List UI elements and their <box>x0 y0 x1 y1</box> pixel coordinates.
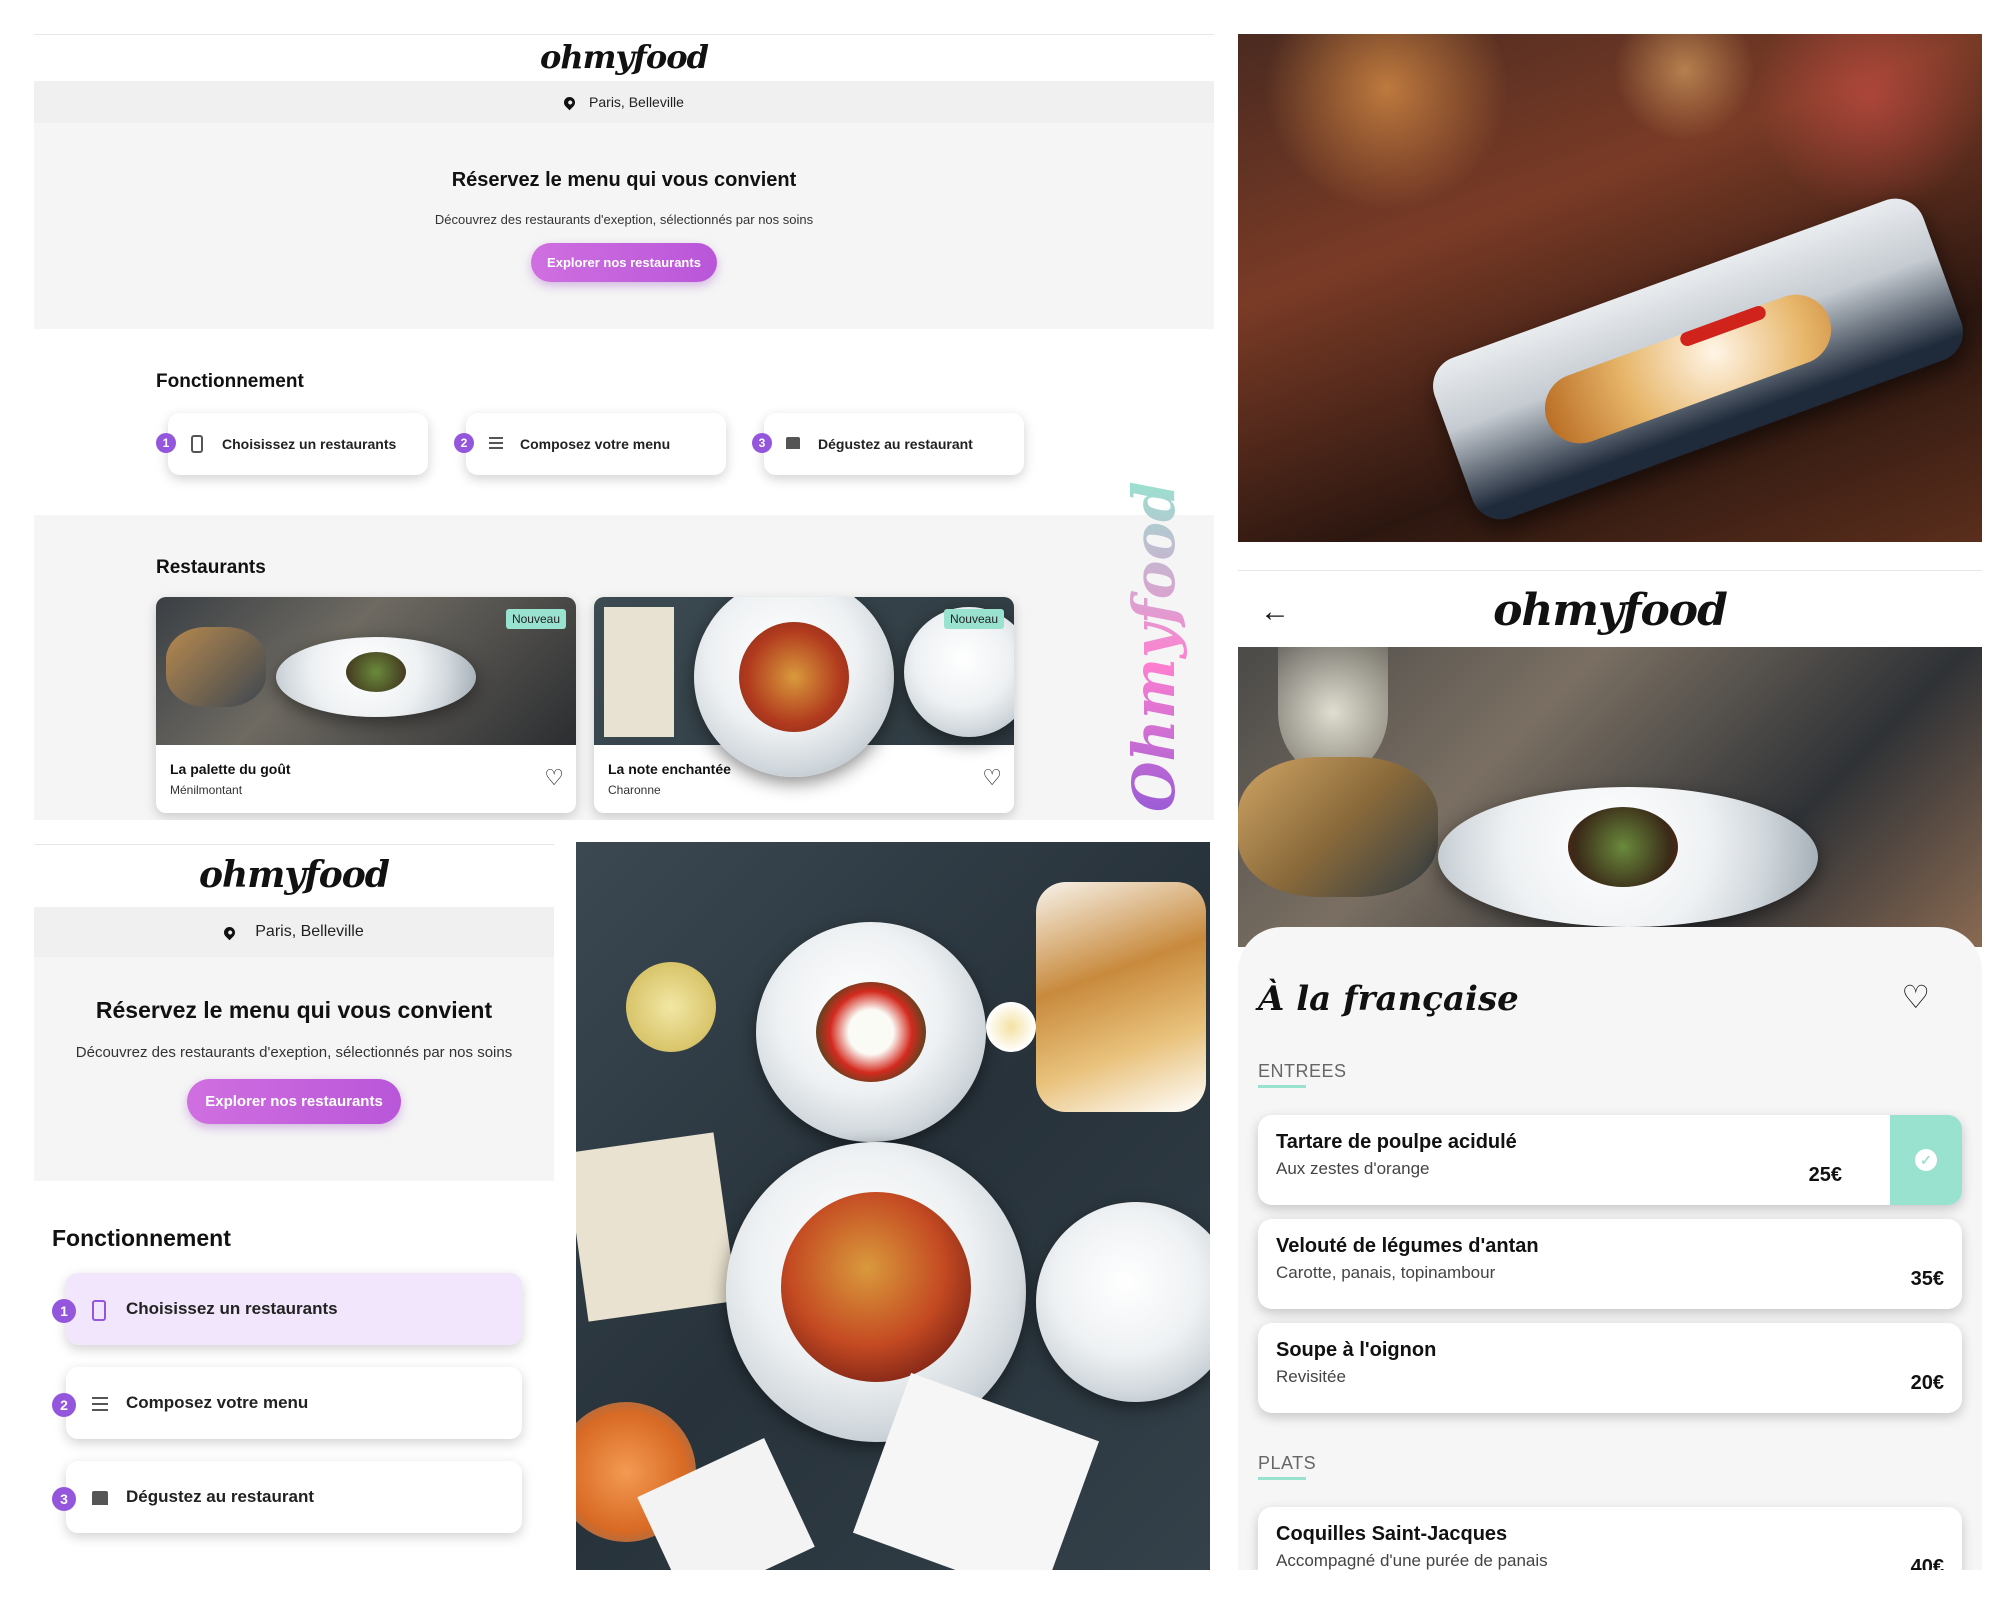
restaurant-area-2: Charonne <box>608 783 661 797</box>
menu-item-desc: Aux zestes d'orange <box>1276 1159 1430 1178</box>
hero-title: Réservez le menu qui vous convient <box>95 997 493 1023</box>
how-title: Fonctionnement <box>52 1225 231 1251</box>
menu-item-desc: Revisitée <box>1276 1367 1346 1386</box>
location-text: Paris, Belleville <box>589 94 684 110</box>
check-icon: ✓ <box>1915 1149 1937 1171</box>
mobile-phone-icon <box>191 435 203 453</box>
table-photo <box>576 842 1210 1570</box>
restaurant-card-2[interactable]: Nouveau La note enchantée Charonne ♡ <box>594 597 1014 813</box>
location-pin-icon <box>561 94 578 110</box>
step-card-3[interactable]: Dégustez au restaurant <box>764 413 1024 475</box>
bread-basket-image <box>166 627 266 707</box>
step-card-3[interactable]: Dégustez au restaurant <box>66 1461 522 1533</box>
location-pin-icon <box>221 924 238 940</box>
menu-card-image <box>604 607 674 737</box>
bread-basket-image <box>1036 882 1206 1112</box>
menu-item[interactable]: Soupe à l'oignon Revisitée 20€ <box>1258 1323 1962 1413</box>
new-badge: Nouveau <box>943 609 1004 629</box>
menu-item-name: Soupe à l'oignon <box>1276 1339 1437 1361</box>
menu-item-price: 35€ <box>1910 1268 1944 1290</box>
explore-button[interactable]: Explorer nos restaurants <box>187 1079 401 1124</box>
mobile-phone-icon <box>92 1300 106 1321</box>
hero-section: Réservez le menu qui vous convient Décou… <box>34 123 1214 329</box>
section-label-entrees: ENTREES <box>1258 1061 1347 1081</box>
step-card-2[interactable]: Composez votre menu <box>66 1367 522 1439</box>
step-label-2: Composez votre menu <box>520 436 671 452</box>
menu-paper-image <box>576 1132 738 1322</box>
restaurant-name-1: La palette du goût <box>170 761 291 777</box>
bokeh-lights <box>1238 34 1982 214</box>
location-bar: Paris, Belleville <box>34 907 554 957</box>
section-label-plats: PLATS <box>1258 1453 1317 1473</box>
main-dish-image <box>781 1192 971 1382</box>
header-logo[interactable]: ohmyfood <box>34 851 554 899</box>
desktop-home-mockup: ohmyfood Paris, Belleville Réservez le m… <box>34 34 1214 820</box>
list-icon <box>92 1397 108 1411</box>
step-number-2: 2 <box>454 433 474 453</box>
step-label-2: Composez votre menu <box>126 1393 309 1412</box>
mobile-menu-mockup: ← ohmyfood À la française ♡ ENTREES Tart… <box>1238 570 1982 1570</box>
step-label-3: Dégustez au restaurant <box>818 436 973 452</box>
step-card-1[interactable]: Choisissez un restaurants <box>168 413 428 475</box>
step-number-1: 1 <box>156 433 176 453</box>
menu-item-desc: Carotte, panais, topinambour <box>1276 1263 1496 1282</box>
menu-item-price: 20€ <box>1910 1372 1944 1394</box>
menu-item-price: 40€ <box>1910 1556 1944 1570</box>
step-number-1: 1 <box>52 1299 76 1323</box>
step-label-1: Choisissez un restaurants <box>126 1299 338 1318</box>
caprese-image <box>816 982 926 1082</box>
menu-item-desc: Accompagné d'une purée de panais <box>1276 1551 1548 1570</box>
heart-icon[interactable]: ♡ <box>1901 981 1930 1013</box>
heart-icon[interactable]: ♡ <box>544 767 564 789</box>
new-badge: Nouveau <box>505 609 566 629</box>
hero-title: Réservez le menu qui vous convient <box>451 169 797 191</box>
section-underline <box>1258 1477 1306 1480</box>
wine-glass-image <box>626 962 716 1052</box>
menu-item-name: Coquilles Saint-Jacques <box>1276 1523 1508 1545</box>
location-bar: Paris, Belleville <box>34 81 1214 123</box>
step-card-1[interactable]: Choisissez un restaurants <box>66 1273 522 1345</box>
step-label-3: Dégustez au restaurant <box>126 1487 314 1506</box>
butter-dish-image <box>986 1002 1036 1052</box>
menu-item[interactable]: Velouté de légumes d'antan Carotte, pana… <box>1258 1219 1962 1309</box>
section-underline <box>1258 1085 1306 1088</box>
bread-basket-image <box>1238 757 1438 897</box>
menu-item-name: Velouté de légumes d'antan <box>1276 1235 1539 1257</box>
step-number-3: 3 <box>752 433 772 453</box>
menu-item-name: Tartare de poulpe acidulé <box>1276 1131 1517 1153</box>
store-icon <box>786 437 800 449</box>
restaurant-name-2: La note enchantée <box>608 761 731 777</box>
hero-subtitle: Découvrez des restaurants d'exeption, sé… <box>75 1044 513 1061</box>
menu-item[interactable]: Tartare de poulpe acidulé Aux zestes d'o… <box>1258 1115 1962 1205</box>
list-icon <box>489 437 503 449</box>
how-title: Fonctionnement <box>156 371 304 392</box>
header-logo[interactable]: ohmyfood <box>34 35 1214 79</box>
menu-item-price: 25€ <box>1808 1164 1842 1186</box>
restaurant-card-1[interactable]: Nouveau La palette du goût Ménilmontant … <box>156 597 576 813</box>
dish-image <box>346 652 406 692</box>
dish-image <box>1568 807 1678 887</box>
step-number-2: 2 <box>52 1393 76 1417</box>
step-number-3: 3 <box>52 1487 76 1511</box>
restaurant-title: À la française <box>1258 979 1519 1019</box>
explore-button[interactable]: Explorer nos restaurants <box>531 243 717 282</box>
mobile-home-mockup: ohmyfood Paris, Belleville Réservez le m… <box>34 844 554 1572</box>
hero-section: Réservez le menu qui vous convient Décou… <box>34 957 554 1181</box>
menu-item[interactable]: Coquilles Saint-Jacques Accompagné d'une… <box>1258 1507 1962 1570</box>
heart-icon[interactable]: ♡ <box>982 767 1002 789</box>
restaurants-title: Restaurants <box>156 557 266 578</box>
step-label-1: Choisissez un restaurants <box>222 436 397 452</box>
vertical-brand-logo: Ohmyfood <box>1120 481 1188 812</box>
restaurant-area-1: Ménilmontant <box>170 783 243 797</box>
selected-check[interactable]: ✓ <box>1890 1115 1962 1205</box>
step-card-2[interactable]: Composez votre menu <box>466 413 726 475</box>
hero-subtitle: Découvrez des restaurants d'exeption, sé… <box>434 212 814 227</box>
restaurant-photo <box>1238 34 1982 542</box>
restaurant-banner-image <box>1238 647 1982 947</box>
location-text: Paris, Belleville <box>255 923 364 940</box>
header-logo[interactable]: ohmyfood <box>1238 581 1982 641</box>
store-icon <box>92 1491 108 1505</box>
dish-image <box>739 622 849 732</box>
empty-plate-image <box>1036 1202 1210 1402</box>
